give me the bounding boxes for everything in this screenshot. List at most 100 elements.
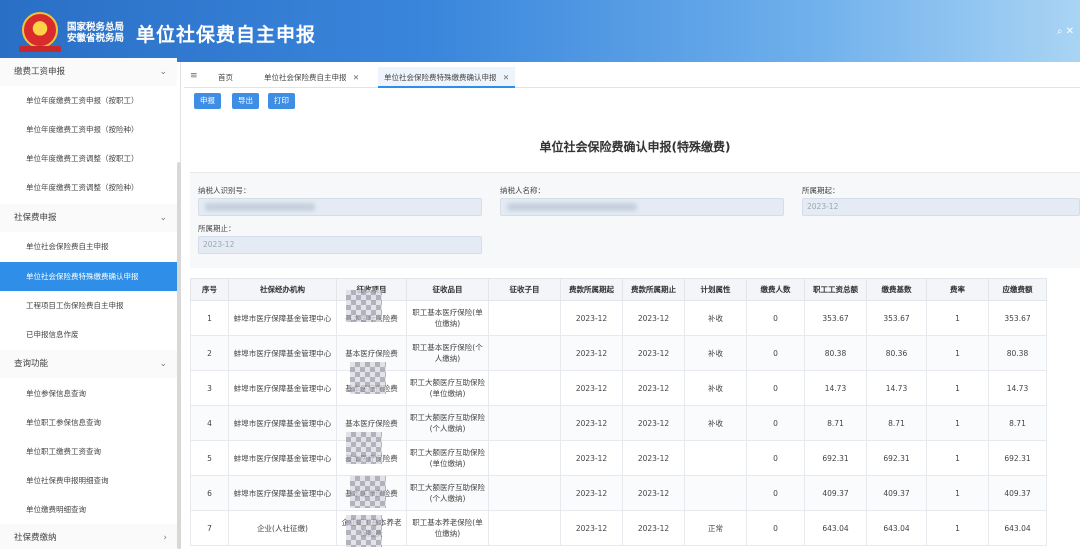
sidebar-item[interactable]: 单位社会保险费自主申报: [0, 232, 177, 261]
table-cell: 2023-12: [622, 300, 685, 336]
header-controls[interactable]: ⌕ ✕: [1057, 26, 1074, 37]
table-cell: 409.37: [866, 475, 927, 511]
table-cell: 353.67: [988, 300, 1047, 336]
redaction-mosaic: [350, 476, 386, 508]
sidebar-item[interactable]: 工程项目工伤保险费自主申报: [0, 291, 177, 320]
taxpayer-name-field[interactable]: [500, 198, 784, 216]
table-cell: 2023-12: [622, 510, 685, 546]
declare-button[interactable]: 申报: [194, 93, 221, 109]
print-button[interactable]: 打印: [268, 93, 295, 109]
table-cell: 2023-12: [560, 475, 623, 511]
sidebar-item[interactable]: 单位年度缴费工资调整（按险种）: [0, 173, 177, 202]
sidebar-item[interactable]: 单位年度缴费工资调整（按职工）: [0, 144, 177, 173]
column-header: 计划属性: [684, 278, 747, 301]
period-start-label: 所属期起：: [802, 186, 840, 195]
sidebar-item[interactable]: 单位年度缴费工资申报（按职工）: [0, 86, 177, 115]
table-row[interactable]: 7企业(人社征缴)企业职工基本养老保险费职工基本养老保险(单位缴纳)2023-1…: [190, 510, 1047, 546]
table-row[interactable]: 6蚌埠市医疗保障基金管理中心基本医疗保险费职工大额医疗互助保险(个人缴纳)202…: [190, 475, 1047, 511]
table-cell: 职工基本医疗保险(单位缴纳): [406, 300, 489, 336]
export-button[interactable]: 导出: [232, 93, 259, 109]
column-header: 征收子目: [488, 278, 561, 301]
table-row[interactable]: 2 蚌埠市医疗保障基金管理中心 基本医疗保险费 职工基本医疗保险(个人缴纳) 2023-…: [190, 335, 1047, 371]
table-cell: 14.73: [804, 370, 867, 406]
table-cell: 353.67: [804, 300, 867, 336]
table-cell: 2023-12: [560, 370, 623, 406]
sidebar-item[interactable]: 单位职工缴费工资查询: [0, 437, 177, 466]
table-cell: 8.71: [804, 405, 867, 441]
org-name: 国家税务总局 安徽省税务局: [67, 22, 124, 44]
menu-icon[interactable]: ≡: [190, 71, 198, 81]
table-cell: 1: [926, 405, 989, 441]
tab-label: 单位社会保险费特殊缴费确认申报: [384, 73, 497, 82]
sidebar-group-wage[interactable]: 缴费工资申报 ⌄: [0, 58, 177, 86]
column-header: 职工工资总额: [804, 278, 867, 301]
table-cell: 1: [190, 300, 229, 336]
table-cell: 2023-12: [622, 335, 685, 371]
tab-self-declare[interactable]: 单位社会保险费自主申报 ✕: [258, 67, 365, 88]
period-start-field[interactable]: 2023-12: [802, 198, 1080, 216]
close-icon[interactable]: ✕: [353, 73, 359, 82]
table-row[interactable]: 3蚌埠市医疗保障基金管理中心基本医疗保险费职工大额医疗互助保险(单位缴纳)202…: [190, 370, 1047, 406]
column-header: 费率: [926, 278, 989, 301]
table-cell: 补收: [684, 405, 747, 441]
sidebar-group-query[interactable]: 查询功能 ⌄: [0, 350, 177, 378]
redaction-mosaic: [346, 290, 382, 322]
tab-special-declare[interactable]: 单位社会保险费特殊缴费确认申报 ✕: [378, 67, 516, 88]
column-header: 应缴费额: [988, 278, 1047, 301]
sidebar-item[interactable]: 单位职工参保信息查询: [0, 408, 177, 437]
org-line-2: 安徽省税务局: [67, 33, 125, 44]
app-title: 单位社保费自主申报: [136, 24, 317, 46]
table-cell: 企业(人社征缴): [228, 510, 337, 546]
table-cell: 正常: [684, 510, 747, 546]
taxpayer-name-label: 纳税人名称：: [500, 186, 545, 195]
sidebar-item[interactable]: 单位年度缴费工资申报（按险种）: [0, 115, 177, 144]
sidebar-item-active[interactable]: 单位社会保险费特殊缴费确认申报: [0, 262, 177, 291]
table-cell: 0: [746, 440, 805, 476]
close-icon[interactable]: ✕: [503, 73, 509, 82]
table-cell: 80.36: [866, 335, 927, 371]
sidebar-item[interactable]: 单位社保费申报明细查询: [0, 466, 177, 495]
table-cell: 1: [926, 510, 989, 546]
sidebar-item[interactable]: 单位缴费明细查询: [0, 495, 177, 524]
redacted-value: [205, 203, 315, 211]
table-cell: 蚌埠市医疗保障基金管理中心: [228, 335, 337, 371]
redaction-mosaic: [350, 362, 386, 394]
period-end-field[interactable]: 2023-12: [198, 236, 482, 254]
table-cell: 692.31: [804, 440, 867, 476]
table-row[interactable]: 1蚌埠市医疗保障基金管理中心基本医疗保险费职工基本医疗保险(单位缴纳)2023-…: [190, 300, 1047, 336]
sidebar-scrollbar[interactable]: [177, 162, 181, 549]
table-cell: [488, 370, 561, 406]
table-cell: 0: [746, 475, 805, 511]
table-row[interactable]: 5蚌埠市医疗保障基金管理中心基本医疗保险费职工大额医疗互助保险(单位缴纳)202…: [190, 440, 1047, 476]
redaction-mosaic: [346, 432, 382, 464]
table-cell: 2023-12: [622, 440, 685, 476]
sidebar-group-payment[interactable]: 社保费缴纳 ›: [0, 524, 177, 549]
chevron-down-icon: ⌄: [159, 213, 167, 223]
sidebar-item[interactable]: 单位参保信息查询: [0, 379, 177, 408]
table-cell: 692.31: [988, 440, 1047, 476]
sidebar-group-label: 社保费申报: [14, 213, 57, 223]
table-cell: 2023-12: [622, 475, 685, 511]
table-cell: 80.38: [988, 335, 1047, 371]
table-cell: 14.73: [988, 370, 1047, 406]
tab-home[interactable]: 首页: [212, 67, 239, 88]
sidebar-item[interactable]: 已申报信息作废: [0, 320, 177, 349]
tax-emblem-logo: [22, 12, 58, 48]
sidebar-group-social-insurance[interactable]: 社保费申报 ⌄: [0, 204, 177, 232]
table-cell: 职工基本养老保险(单位缴纳): [406, 510, 489, 546]
table-cell: [488, 510, 561, 546]
taxpayer-id-field[interactable]: [198, 198, 482, 216]
table-cell: 1: [926, 370, 989, 406]
chevron-down-icon: ⌄: [159, 359, 167, 369]
emblem-ribbon: [19, 46, 61, 52]
table-row[interactable]: 4 蚌埠市医疗保障基金管理中心 基本医疗保险费 职工大额医疗互助保险(个人缴纳) 202…: [190, 405, 1047, 441]
table-cell: 692.31: [866, 440, 927, 476]
table-cell: [488, 300, 561, 336]
table-cell: [684, 440, 747, 476]
table-cell: 7: [190, 510, 229, 546]
table-cell: 0: [746, 510, 805, 546]
table-cell: 补收: [684, 335, 747, 371]
table-cell: 2023-12: [560, 510, 623, 546]
table-cell: 0: [746, 370, 805, 406]
column-header: 序号: [190, 278, 229, 301]
